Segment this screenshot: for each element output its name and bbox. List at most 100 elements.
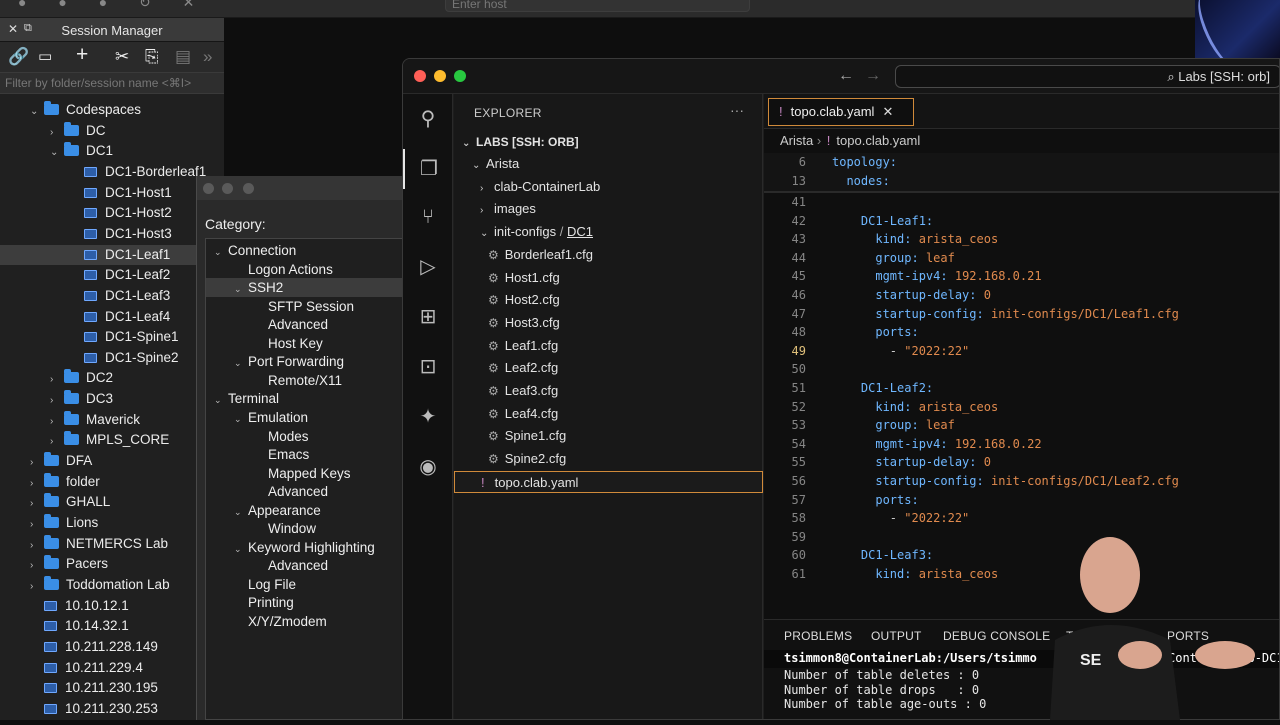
category-item[interactable]: Advanced: [206, 315, 406, 334]
extensions-icon[interactable]: ⊞: [415, 304, 441, 330]
code-line[interactable]: 58 - "2022:22": [764, 509, 1279, 528]
session-tree-item[interactable]: DC1-Leaf2: [0, 265, 224, 285]
code-line[interactable]: 56 startup-config: init-configs/DC1/Leaf…: [764, 472, 1279, 491]
category-item[interactable]: Remote/X11: [206, 371, 406, 390]
chevron-right-icon[interactable]: ›: [50, 370, 64, 390]
explorer-item[interactable]: ⚙ Leaf4.cfg: [454, 403, 763, 425]
explorer-item[interactable]: ⚙ Spine1.cfg: [454, 425, 763, 447]
explorer-item[interactable]: ⚙ Host2.cfg: [454, 289, 763, 311]
category-item[interactable]: Advanced: [206, 482, 406, 501]
explorer-item[interactable]: ⌄ init-configs / DC1: [454, 221, 763, 243]
search-icon[interactable]: ⚲: [415, 106, 441, 132]
category-item[interactable]: Advanced: [206, 556, 406, 575]
session-tree-item[interactable]: DC1-Spine2: [0, 348, 224, 368]
session-tree-item[interactable]: DC1-Leaf4: [0, 307, 224, 327]
close-dot-icon[interactable]: [414, 70, 426, 82]
chevron-right-icon[interactable]: ›: [30, 577, 44, 597]
session-tree-item[interactable]: › Pacers: [0, 554, 224, 574]
cut-icon[interactable]: ✂: [115, 47, 129, 67]
session-tree-item[interactable]: ⌄ Codespaces: [0, 100, 224, 120]
code-line[interactable]: 44 group: leaf: [764, 249, 1279, 268]
category-item[interactable]: Host Key: [206, 334, 406, 353]
breadcrumb-file[interactable]: topo.clab.yaml: [836, 133, 920, 148]
code-line[interactable]: 49 - "2022:22": [764, 342, 1279, 361]
explorer-compact-folder[interactable]: DC1: [567, 224, 593, 239]
session-tree-item[interactable]: ⌄ DC1: [0, 141, 224, 161]
explorer-item[interactable]: ⚙ Host3.cfg: [454, 312, 763, 334]
explorer-item[interactable]: ⚙ Borderleaf1.cfg: [454, 244, 763, 266]
explorer-item[interactable]: › clab-ContainerLab: [454, 176, 763, 198]
chevron-right-icon[interactable]: ›: [50, 391, 64, 411]
chevron-right-icon[interactable]: ›: [50, 123, 64, 143]
session-tree-item[interactable]: 10.211.230.195: [0, 678, 224, 698]
code-line[interactable]: 55 startup-delay: 0: [764, 453, 1279, 472]
category-item[interactable]: ⌄ Connection: [206, 241, 406, 260]
close-dot-icon[interactable]: [203, 183, 214, 194]
github-icon[interactable]: ◉: [415, 454, 441, 480]
category-item[interactable]: ⌄ Keyword Highlighting: [206, 538, 406, 557]
chevron-right-icon[interactable]: ›: [30, 556, 44, 576]
session-tree-item[interactable]: › GHALL: [0, 492, 224, 512]
explorer-item[interactable]: ⚙ Spine2.cfg: [454, 448, 763, 470]
session-tree-item[interactable]: 10.211.229.4: [0, 658, 224, 678]
copilot-chat-icon[interactable]: ✦: [415, 404, 441, 430]
session-tree-item[interactable]: 10.211.230.253: [0, 699, 224, 719]
session-tree-item[interactable]: DC1-Spine1: [0, 327, 224, 347]
breadcrumb-folder[interactable]: Arista: [780, 133, 813, 148]
session-icon[interactable]: ▭: [38, 47, 52, 65]
explorer-item[interactable]: ⚙ Leaf3.cfg: [454, 380, 763, 402]
chevron-right-icon[interactable]: ›: [30, 453, 44, 473]
session-tree-item[interactable]: DC1-Host2: [0, 203, 224, 223]
code-line[interactable]: 54 mgmt-ipv4: 192.168.0.22: [764, 435, 1279, 454]
copy-icon[interactable]: ⎘: [145, 47, 159, 67]
category-item[interactable]: Printing: [206, 593, 406, 612]
category-item[interactable]: Logon Actions: [206, 260, 406, 279]
chevron-right-icon[interactable]: ›: [50, 412, 64, 432]
session-tree-item[interactable]: 10.211.228.149: [0, 637, 224, 657]
explorer-item[interactable]: › images: [454, 198, 763, 220]
source-control-icon[interactable]: ⑂: [415, 204, 441, 230]
category-item[interactable]: ⌄ SSH2: [206, 278, 406, 298]
plus-icon[interactable]: +: [76, 43, 88, 67]
explorer-item[interactable]: ⚙ Leaf2.cfg: [454, 357, 763, 379]
session-tree-item[interactable]: › Maverick: [0, 410, 224, 430]
paste-icon[interactable]: ▤: [175, 47, 191, 67]
code-line[interactable]: 52 kind: arista_ceos: [764, 398, 1279, 417]
session-tree-item[interactable]: DC1-Host3: [0, 224, 224, 244]
session-tree-item[interactable]: › NETMERCS Lab: [0, 534, 224, 554]
category-item[interactable]: Emacs: [206, 445, 406, 464]
category-item[interactable]: ⌄ Port Forwarding: [206, 352, 406, 371]
session-tree-item[interactable]: › MPLS_CORE: [0, 430, 224, 450]
code-line[interactable]: 43 kind: arista_ceos: [764, 230, 1279, 249]
explorer-item[interactable]: ⚙ Leaf1.cfg: [454, 335, 763, 357]
session-tree-item[interactable]: 10.14.32.1: [0, 616, 224, 636]
category-item[interactable]: ⌄ Terminal: [206, 389, 406, 408]
category-item[interactable]: Mapped Keys: [206, 464, 406, 483]
host-input[interactable]: Enter host: [445, 0, 750, 12]
session-tree-item[interactable]: DC1-Host1: [0, 183, 224, 203]
explorer-item[interactable]: ! topo.clab.yaml: [454, 470, 763, 493]
forward-arrow-icon[interactable]: →: [865, 67, 881, 85]
session-tree-item[interactable]: › DC3: [0, 389, 224, 409]
panel-tab-output[interactable]: OUTPUT: [871, 629, 922, 643]
more-actions-icon[interactable]: ···: [730, 102, 744, 118]
session-tree-item[interactable]: › DC: [0, 121, 224, 141]
chevron-down-icon[interactable]: ⌄: [50, 143, 64, 163]
session-filter-input[interactable]: Filter by folder/session name <⌘I>: [0, 72, 224, 94]
remote-explorer-icon[interactable]: ⊡: [415, 354, 441, 380]
close-tab-icon[interactable]: ✕: [882, 104, 893, 119]
chevron-right-icon[interactable]: ›: [30, 494, 44, 514]
code-line[interactable]: 41: [764, 193, 1279, 212]
chevron-right-icon[interactable]: ›: [50, 432, 64, 452]
session-tree-item[interactable]: › DFA: [0, 451, 224, 471]
code-line[interactable]: 48 ports:: [764, 323, 1279, 342]
category-item[interactable]: ⌄ Appearance: [206, 501, 406, 520]
category-item[interactable]: Log File: [206, 575, 406, 594]
category-item[interactable]: ⌄ Emulation: [206, 408, 406, 427]
sticky-scroll-line[interactable]: 6 topology:: [764, 153, 1279, 172]
workspace-root[interactable]: ⌄ LABS [SSH: ORB]: [462, 131, 579, 153]
session-tree-item[interactable]: 10.10.12.1: [0, 596, 224, 616]
code-line[interactable]: 46 startup-delay: 0: [764, 286, 1279, 305]
code-line[interactable]: 45 mgmt-ipv4: 192.168.0.21: [764, 267, 1279, 286]
session-tree-item[interactable]: DC1-Leaf1: [0, 244, 224, 265]
